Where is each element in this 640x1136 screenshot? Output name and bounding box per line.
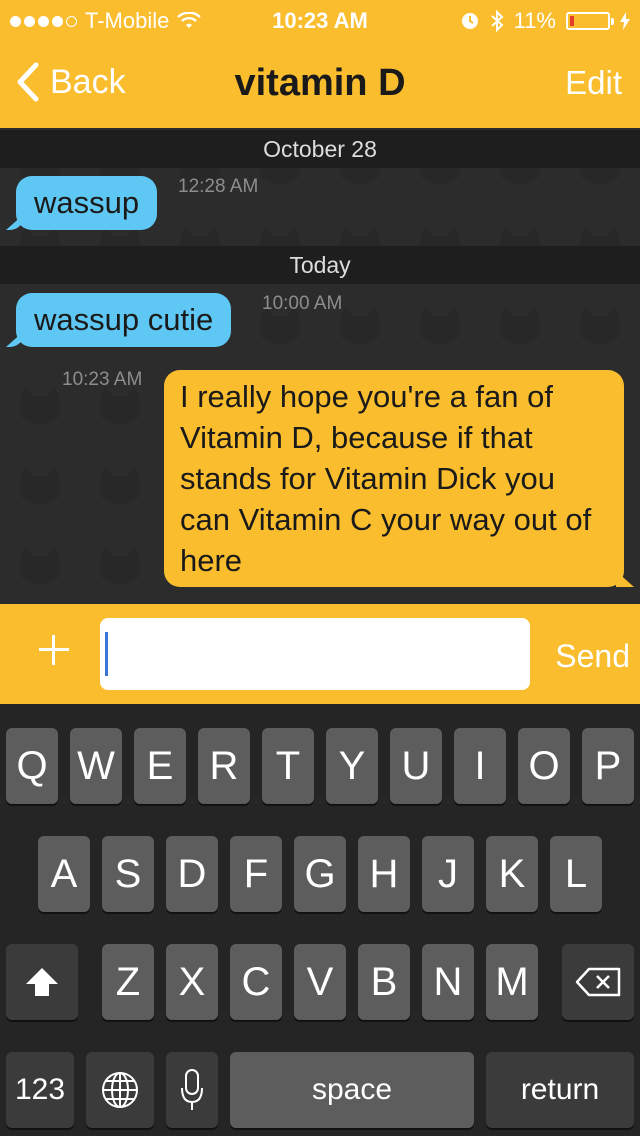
globe-key[interactable] bbox=[86, 1052, 154, 1128]
key-f[interactable]: F bbox=[230, 836, 282, 912]
back-button[interactable]: Back bbox=[16, 62, 126, 102]
key-p[interactable]: P bbox=[582, 728, 634, 804]
status-right-group: 11% bbox=[460, 8, 630, 34]
key-n[interactable]: N bbox=[422, 944, 474, 1020]
alarm-clock-icon bbox=[461, 13, 478, 29]
key-x[interactable]: X bbox=[166, 944, 218, 1020]
space-key[interactable]: space bbox=[230, 1052, 474, 1128]
delete-key[interactable] bbox=[562, 944, 634, 1020]
message-timestamp: 10:23 AM bbox=[62, 369, 143, 390]
key-e[interactable]: E bbox=[134, 728, 186, 804]
microphone-icon bbox=[181, 1069, 203, 1110]
key-j[interactable]: J bbox=[422, 836, 474, 912]
key-q[interactable]: Q bbox=[6, 728, 58, 804]
app-header: T-Mobile 10:23 AM 11% Back vitamin D Edi… bbox=[0, 0, 640, 128]
message-timestamp: 10:00 AM bbox=[262, 293, 343, 314]
key-h[interactable]: H bbox=[358, 836, 410, 912]
key-b[interactable]: B bbox=[358, 944, 410, 1020]
key-a[interactable]: A bbox=[38, 836, 90, 912]
send-button[interactable]: Send bbox=[555, 638, 630, 675]
message-bubble-outgoing[interactable]: I really hope you're a fan of Vitamin D,… bbox=[164, 370, 624, 587]
key-k[interactable]: K bbox=[486, 836, 538, 912]
shift-key[interactable] bbox=[6, 944, 78, 1020]
key-y[interactable]: Y bbox=[326, 728, 378, 804]
key-d[interactable]: D bbox=[166, 836, 218, 912]
conversation-view[interactable]: October 28 wassup 12:28 AM Today wassup … bbox=[0, 128, 640, 604]
key-z[interactable]: Z bbox=[102, 944, 154, 1020]
battery-percent: 11% bbox=[513, 8, 556, 33]
message-bubble-incoming[interactable]: wassup cutie bbox=[16, 293, 232, 347]
numbers-key[interactable]: 123 bbox=[6, 1052, 74, 1128]
navigation-bar: Back vitamin D Edit bbox=[0, 40, 640, 128]
return-key[interactable]: return bbox=[486, 1052, 634, 1128]
message-input[interactable] bbox=[100, 618, 530, 690]
key-c[interactable]: C bbox=[230, 944, 282, 1020]
key-m[interactable]: M bbox=[486, 944, 538, 1020]
battery-icon bbox=[566, 12, 614, 30]
back-label: Back bbox=[50, 62, 126, 101]
date-separator: Today bbox=[0, 246, 640, 284]
charging-bolt-icon bbox=[620, 12, 630, 30]
chevron-left-icon bbox=[17, 62, 39, 102]
status-bar: T-Mobile 10:23 AM 11% bbox=[0, 0, 640, 40]
key-r[interactable]: R bbox=[198, 728, 250, 804]
shift-arrow-icon bbox=[26, 968, 58, 996]
message-composer: Send bbox=[0, 604, 640, 704]
onscreen-keyboard: Q W E R T Y U I O P A S D F G H J K L Z … bbox=[0, 704, 640, 1136]
key-g[interactable]: G bbox=[294, 836, 346, 912]
date-separator: October 28 bbox=[0, 130, 640, 168]
key-i[interactable]: I bbox=[454, 728, 506, 804]
key-u[interactable]: U bbox=[390, 728, 442, 804]
key-o[interactable]: O bbox=[518, 728, 570, 804]
key-s[interactable]: S bbox=[102, 836, 154, 912]
dictation-key[interactable] bbox=[166, 1052, 218, 1128]
key-l[interactable]: L bbox=[550, 836, 602, 912]
add-attachment-button[interactable] bbox=[34, 630, 74, 670]
key-t[interactable]: T bbox=[262, 728, 314, 804]
globe-icon bbox=[102, 1072, 138, 1108]
key-v[interactable]: V bbox=[294, 944, 346, 1020]
message-timestamp: 12:28 AM bbox=[178, 176, 259, 197]
text-cursor bbox=[105, 632, 108, 676]
key-w[interactable]: W bbox=[70, 728, 122, 804]
message-bubble-incoming[interactable]: wassup bbox=[16, 176, 158, 230]
backspace-icon bbox=[575, 967, 621, 997]
bluetooth-icon bbox=[490, 10, 504, 32]
edit-button[interactable]: Edit bbox=[565, 64, 622, 102]
